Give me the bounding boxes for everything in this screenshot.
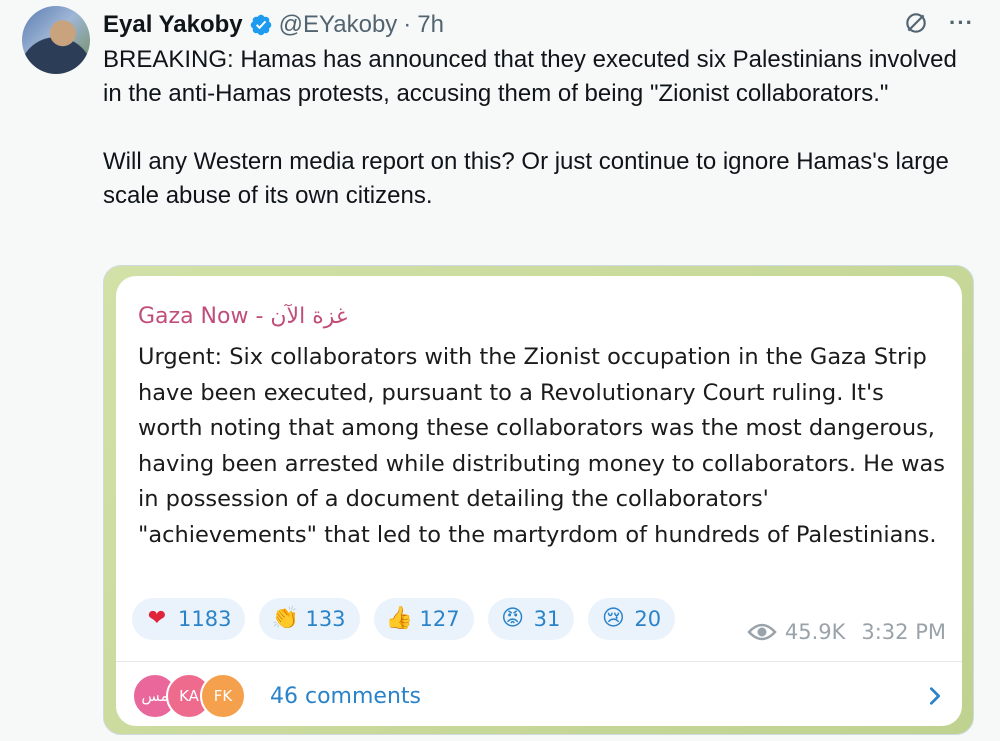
reaction-heart: ❤ 1183 [132, 598, 246, 640]
reaction-count: 31 [533, 607, 561, 631]
channel-name: Gaza Now - غزة الآن [138, 304, 348, 329]
reaction-count: 20 [634, 607, 662, 631]
post-time: 3:32 PM [861, 620, 946, 644]
telegram-message-card: Gaza Now - غزة الآن Urgent: Six collabor… [116, 276, 962, 726]
eye-icon [747, 623, 777, 641]
author-handle[interactable]: @EYakoby [279, 10, 398, 40]
commenter-avatar: FK [200, 673, 246, 719]
clapping-hands-icon: 👏 [271, 606, 299, 631]
separator-dot: · [403, 11, 412, 38]
crying-face-icon: 😢 [601, 606, 625, 631]
reaction-clap: 👏 133 [259, 598, 360, 640]
author-avatar[interactable] [22, 6, 90, 74]
more-options-icon[interactable]: ··· [949, 10, 974, 36]
angry-face-icon: 😡 [501, 606, 525, 631]
grok-icon[interactable] [903, 10, 929, 36]
tweet-timestamp[interactable]: 7h [417, 10, 444, 40]
view-count: 45.9K [784, 620, 846, 644]
tweet-media-screenshot[interactable]: Gaza Now - غزة الآن Urgent: Six collabor… [103, 265, 974, 735]
reaction-angry: 😡 31 [487, 598, 575, 640]
comments-row: مس KA FK 46 comments [132, 672, 946, 720]
telegram-message-text: Urgent: Six collaborators with the Zioni… [138, 344, 946, 548]
reaction-crying: 😢 20 [588, 598, 676, 640]
author-name[interactable]: Eyal Yakoby [103, 10, 243, 40]
thumbs-up-icon: 👍 [385, 606, 413, 631]
divider [116, 661, 962, 662]
comments-link: 46 comments [270, 683, 421, 709]
post-meta: 45.9K 3:32 PM [747, 620, 946, 644]
commenter-avatars: مس KA FK [132, 673, 246, 719]
verified-badge-icon [250, 14, 271, 36]
reaction-count: 133 [305, 607, 346, 631]
red-heart-icon: ❤ [147, 606, 167, 631]
tweet-header: Eyal Yakoby @EYakoby · 7h [103, 10, 444, 40]
reaction-thumbs-up: 👍 127 [373, 598, 474, 640]
tweet-actions-top: ··· [903, 10, 974, 36]
tweet-text: BREAKING: Hamas has announced that they … [103, 46, 957, 209]
reaction-count: 127 [419, 607, 460, 631]
reaction-count: 1183 [178, 607, 232, 631]
reactions-row: ❤ 1183 👏 133 👍 127 😡 31 😢 20 [132, 598, 676, 640]
chevron-right-icon [929, 687, 941, 705]
